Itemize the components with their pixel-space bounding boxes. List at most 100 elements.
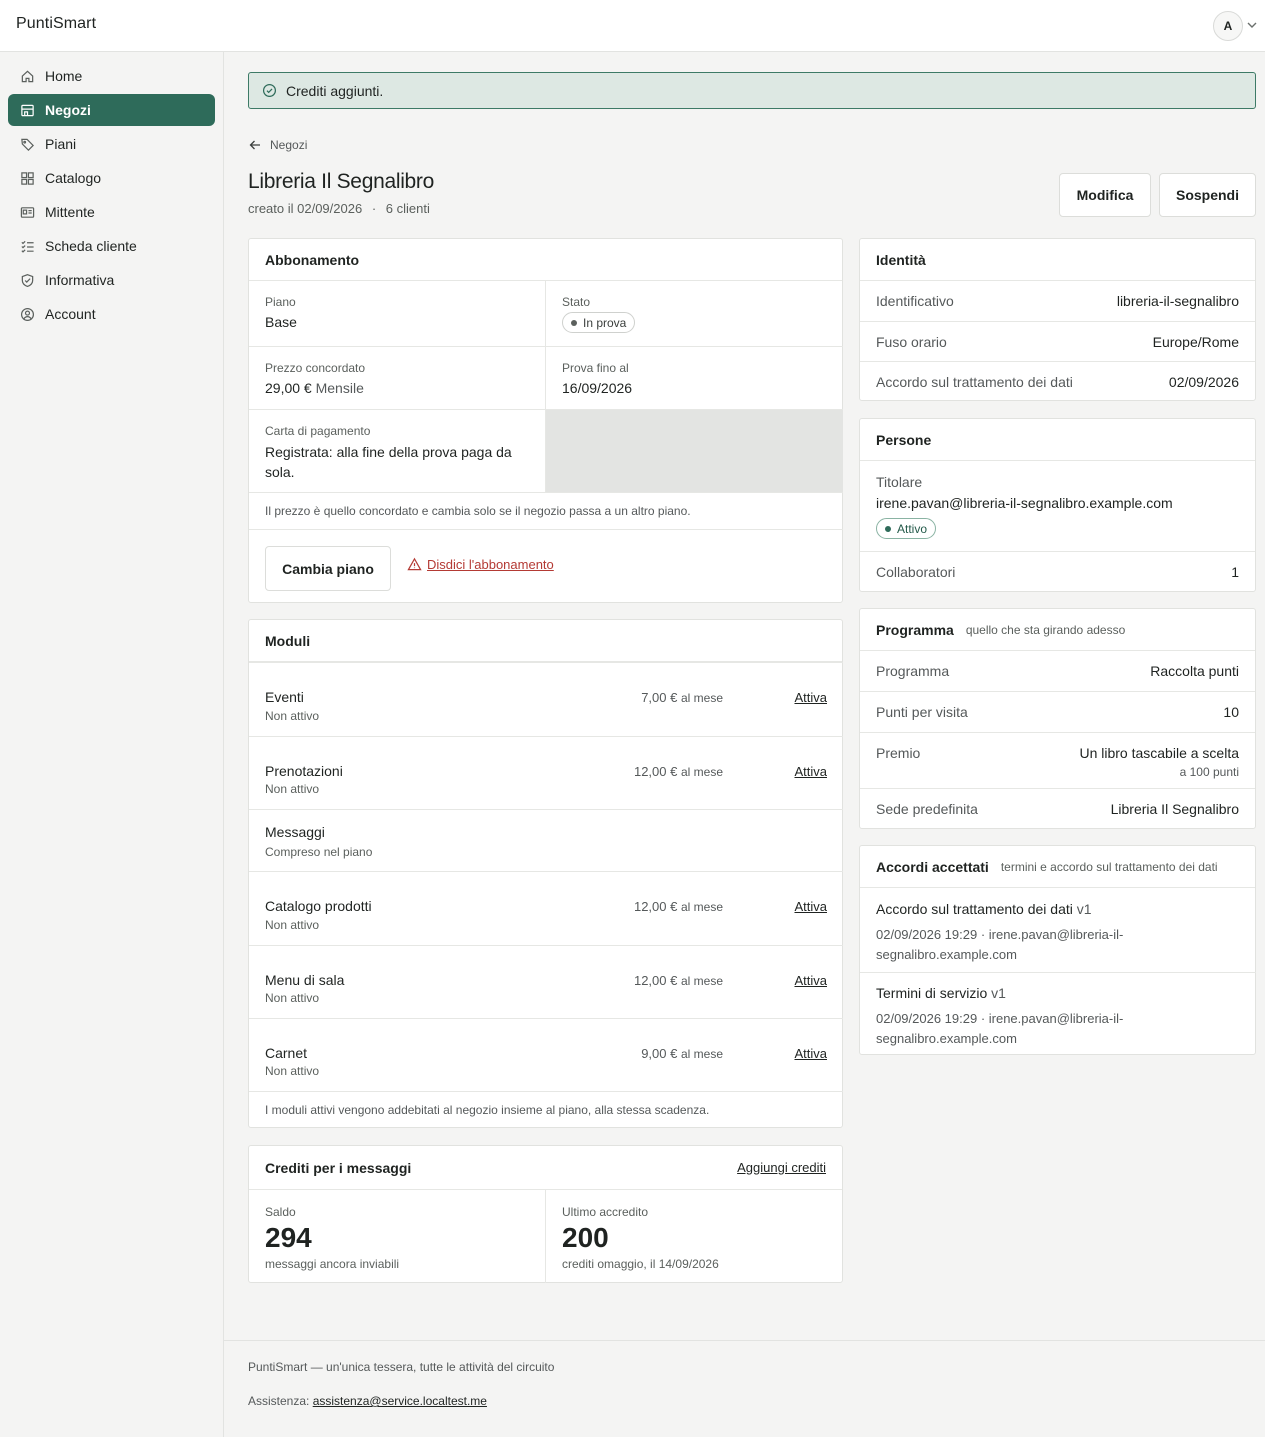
price-note: Il prezzo è quello concordato e cambia s… bbox=[249, 492, 843, 530]
app-brand[interactable]: PuntiSmart bbox=[16, 15, 96, 33]
module-price-unit: al mese bbox=[680, 691, 723, 705]
avatar[interactable]: A bbox=[1213, 11, 1243, 41]
activate-link[interactable]: Attiva bbox=[794, 764, 827, 779]
support-email-link[interactable]: assistenza@service.localtest.me bbox=[313, 1394, 487, 1408]
module-price-value: 7,00 € bbox=[641, 690, 678, 705]
module-status: Non attivo bbox=[265, 918, 320, 932]
row-label: Fuso orario bbox=[876, 333, 947, 350]
cancel-subscription-link[interactable]: Disdici l'abbonamento bbox=[407, 557, 554, 572]
footer: PuntiSmart — un'unica tessera, tutte le … bbox=[224, 1340, 1265, 1437]
price-value-line: 29,00 € Mensile bbox=[265, 380, 364, 396]
sidebar-item-catalogo[interactable]: Catalogo bbox=[8, 162, 215, 194]
status-label: Stato bbox=[562, 295, 591, 309]
program-card: Programma quello che sta girando adesso P… bbox=[859, 608, 1256, 829]
separator: · bbox=[371, 201, 377, 216]
card-title: Abbonamento bbox=[249, 239, 842, 281]
card-label: Carta di pagamento bbox=[265, 424, 371, 438]
price-period: Mensile bbox=[315, 380, 364, 396]
suspend-button[interactable]: Sospendi bbox=[1159, 173, 1256, 217]
row-label: Accordo sul trattamento dei dati bbox=[876, 373, 1073, 390]
agreements-card-header: Accordi accettati termini e accordo sul t… bbox=[860, 846, 1255, 888]
sidebar-item-label: Piani bbox=[45, 136, 77, 152]
activate-link[interactable]: Attiva bbox=[794, 690, 827, 705]
module-price-unit: al mese bbox=[680, 974, 723, 988]
created-date: creato il 02/09/2026 bbox=[248, 201, 363, 216]
module-status: Non attivo bbox=[265, 1064, 320, 1078]
subscription-card: Abbonamento Piano Base Stato In prova Pr… bbox=[248, 238, 843, 603]
last-credit-value: 200 bbox=[562, 1222, 609, 1253]
card-note: termini e accordo sul trattamento dei da… bbox=[1000, 859, 1218, 874]
row-label: Programma bbox=[876, 663, 950, 679]
user-circle-icon bbox=[19, 306, 35, 322]
row-label: Punti per visita bbox=[876, 704, 968, 720]
credits-card: Crediti per i messaggi Aggiungi crediti … bbox=[248, 1145, 843, 1283]
cancel-subscription-label: Disdici l'abbonamento bbox=[427, 557, 554, 572]
activate-link[interactable]: Attiva bbox=[794, 1046, 827, 1061]
card-value: Registrata: alla fine della prova paga d… bbox=[265, 444, 512, 480]
module-status: Non attivo bbox=[265, 991, 320, 1005]
agreement-meta: 02/09/2026 19:29 · irene.pavan@libreria-… bbox=[876, 1009, 1123, 1049]
agreement-version: v1 bbox=[991, 985, 1006, 1001]
module-status: Non attivo bbox=[265, 782, 320, 796]
footer-support: Assistenza: assistenza@service.localtest… bbox=[248, 1394, 487, 1408]
row-label: Premio bbox=[876, 745, 921, 761]
plan-value: Base bbox=[265, 314, 297, 330]
card-title: Accordi accettati bbox=[876, 858, 989, 875]
module-row-eventi: Eventi Non attivo 7,00 € al mese Attiva bbox=[249, 662, 843, 736]
owner-status-label: Attivo bbox=[897, 521, 928, 536]
activate-link[interactable]: Attiva bbox=[794, 973, 827, 988]
add-credits-link[interactable]: Aggiungi crediti bbox=[737, 1160, 826, 1175]
module-price: 7,00 € al mese bbox=[641, 690, 723, 705]
module-status: Non attivo bbox=[265, 709, 320, 723]
page-subtitle: creato il 02/09/2026 · 6 clienti bbox=[248, 201, 430, 216]
module-price-unit: al mese bbox=[680, 765, 723, 779]
agreement-item: Termini di servizio v1 02/09/2026 19:29 … bbox=[860, 972, 1256, 1055]
module-price-unit: al mese bbox=[680, 1047, 723, 1061]
sidebar-item-informativa[interactable]: Informativa bbox=[8, 264, 215, 296]
sidebar-item-account[interactable]: Account bbox=[8, 298, 215, 330]
card-title: Crediti per i messaggi bbox=[265, 1159, 412, 1176]
card-title: Moduli bbox=[249, 620, 842, 662]
row-value: 10 bbox=[1223, 704, 1239, 720]
edit-button[interactable]: Modifica bbox=[1059, 173, 1151, 217]
module-row-messaggi: Messaggi Compreso nel piano bbox=[249, 809, 843, 871]
store-icon bbox=[19, 102, 35, 118]
module-name: Menu di sala bbox=[265, 972, 345, 988]
last-credit-note: crediti omaggio, il 14/09/2026 bbox=[562, 1257, 719, 1271]
price-label: Prezzo concordato bbox=[265, 361, 366, 375]
sidebar-item-scheda-cliente[interactable]: Scheda cliente bbox=[8, 230, 215, 262]
agreement-meta-line: 02/09/2026 19:29 · irene.pavan@libreria-… bbox=[876, 1011, 1124, 1026]
support-label: Assistenza: bbox=[248, 1394, 310, 1408]
agreement-title: Termini di servizio v1 bbox=[876, 985, 1006, 1001]
module-price-value: 9,00 € bbox=[641, 1046, 678, 1061]
status-badge-label: In prova bbox=[583, 315, 627, 330]
identity-card: Identità Identificativo libreria-il-segna… bbox=[859, 238, 1256, 401]
program-row: Punti per visita 10 bbox=[860, 691, 1255, 732]
sidebar-item-label: Home bbox=[45, 68, 83, 84]
sidebar-item-label: Informativa bbox=[45, 272, 115, 288]
row-value: 02/09/2026 bbox=[1168, 373, 1239, 390]
change-plan-button[interactable]: Cambia piano bbox=[265, 546, 391, 591]
owner-status-badge: Attivo bbox=[876, 518, 937, 539]
status-badge: In prova bbox=[562, 312, 636, 333]
tag-icon bbox=[19, 136, 35, 152]
program-row: Premio Un libro tascabile a scelta a 100… bbox=[860, 732, 1255, 788]
agreement-meta-line: segnalibro.example.com bbox=[876, 947, 1017, 962]
agreement-title: Accordo sul trattamento dei dati v1 bbox=[876, 901, 1092, 917]
agreement-item: Accordo sul trattamento dei dati v1 02/0… bbox=[860, 888, 1256, 972]
module-status: Compreso nel piano bbox=[265, 845, 373, 859]
balance-value: 294 bbox=[265, 1222, 312, 1253]
sidebar-item-piani[interactable]: Piani bbox=[8, 128, 215, 160]
chevron-down-icon[interactable] bbox=[1245, 18, 1259, 32]
back-link[interactable]: Negozi bbox=[248, 138, 307, 152]
sidebar-item-home[interactable]: Home bbox=[8, 60, 215, 92]
sidebar-item-mittente[interactable]: Mittente bbox=[8, 196, 215, 228]
plan-label: Piano bbox=[265, 295, 296, 309]
owner-label: Titolare bbox=[876, 474, 923, 490]
id-card-icon bbox=[19, 204, 35, 220]
activate-link[interactable]: Attiva bbox=[794, 899, 827, 914]
success-alert: Crediti aggiunti. bbox=[248, 72, 1256, 109]
back-link-label: Negozi bbox=[270, 138, 308, 152]
warning-icon bbox=[407, 557, 422, 571]
sidebar-item-negozi[interactable]: Negozi bbox=[8, 94, 215, 126]
